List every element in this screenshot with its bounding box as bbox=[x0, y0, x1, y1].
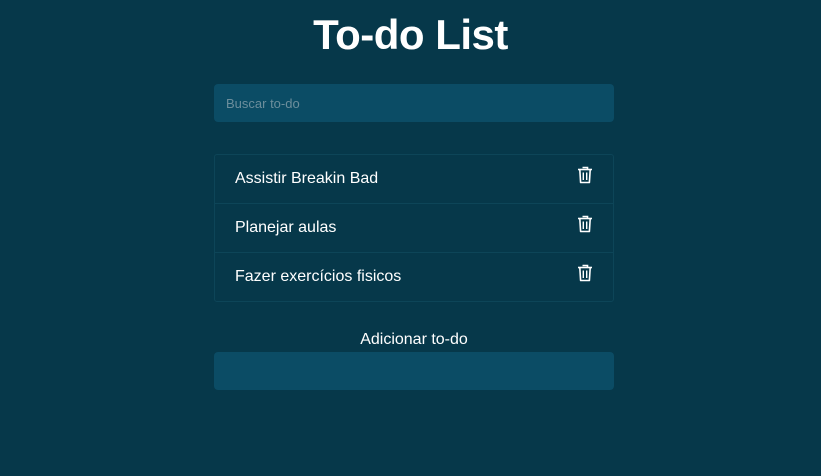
add-todo-input[interactable] bbox=[214, 352, 614, 390]
trash-icon[interactable] bbox=[577, 166, 593, 184]
trash-icon[interactable] bbox=[577, 215, 593, 233]
page-title: To-do List bbox=[313, 11, 508, 58]
todo-item: Planejar aulas bbox=[214, 203, 614, 253]
todo-item-text: Assistir Breakin Bad bbox=[235, 170, 379, 187]
todo-item: Fazer exercícios fisicos bbox=[214, 252, 614, 302]
search-form bbox=[214, 84, 614, 122]
todo-item-text: Fazer exercícios fisicos bbox=[235, 268, 402, 285]
todo-app: To-do List Assistir Breakin Bad Planejar… bbox=[0, 0, 821, 476]
todo-item: Assistir Breakin Bad bbox=[214, 154, 614, 204]
todo-list: Assistir Breakin Bad Planejar aulas Faze… bbox=[214, 154, 614, 302]
trash-icon[interactable] bbox=[577, 264, 593, 282]
add-todo-label: Adicionar to-do bbox=[360, 331, 468, 348]
todo-item-text: Planejar aulas bbox=[235, 219, 337, 236]
search-input[interactable] bbox=[214, 84, 614, 122]
